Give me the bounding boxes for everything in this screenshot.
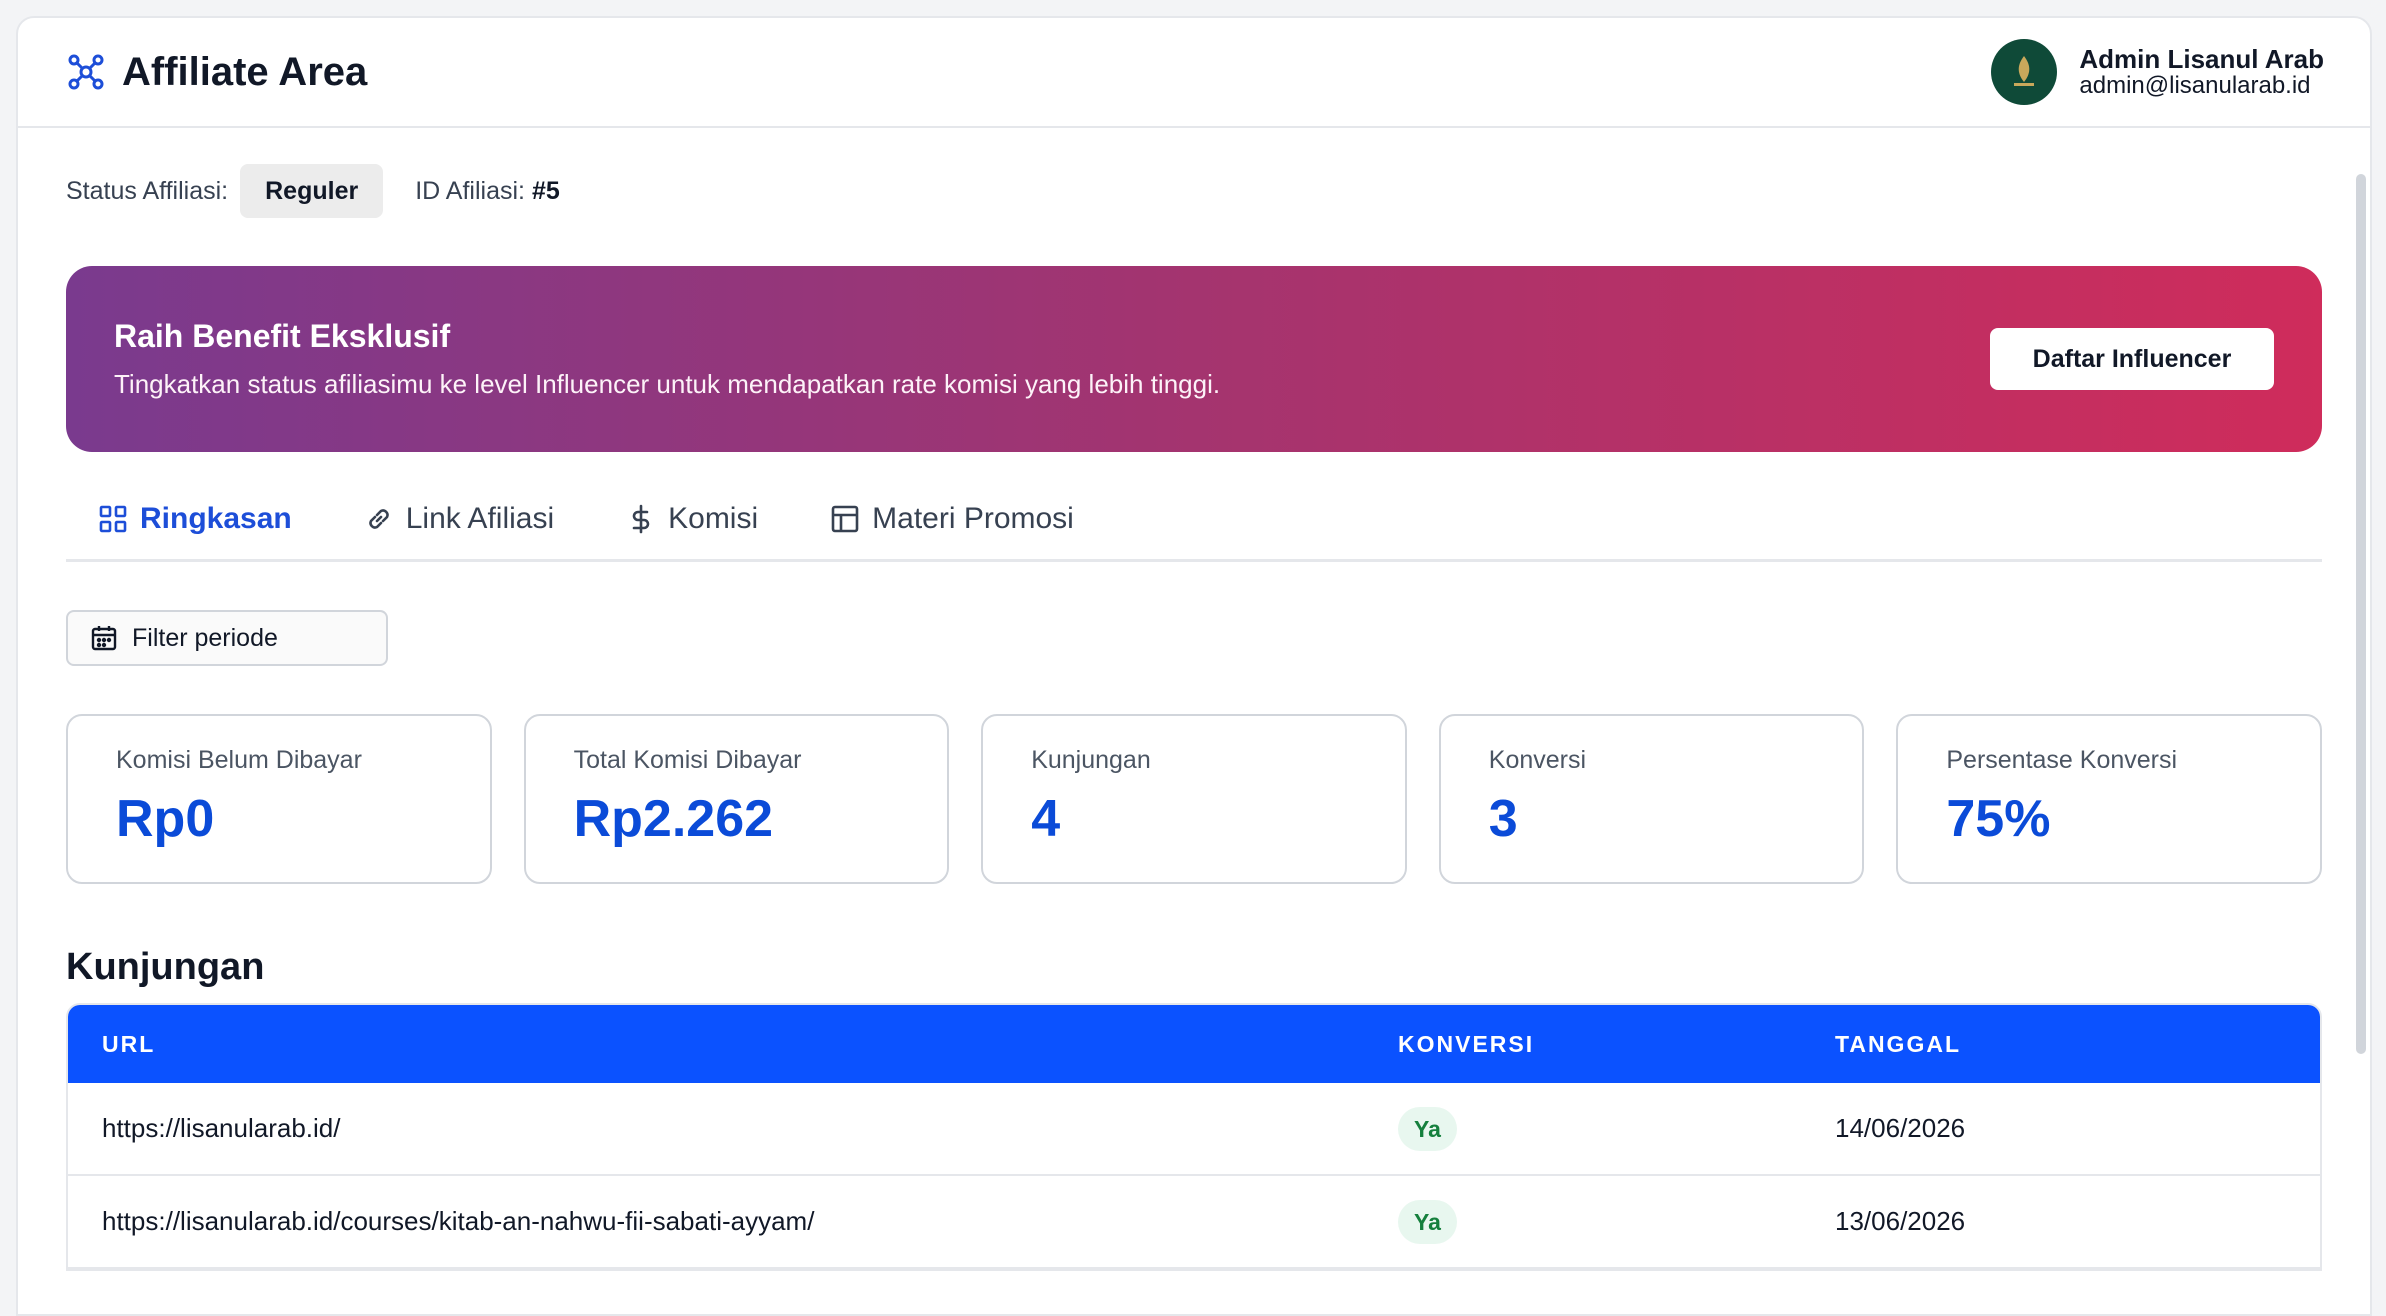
- upgrade-banner: Raih Benefit Eksklusif Tingkatkan status…: [66, 266, 2322, 452]
- tab-bar: Ringkasan Link Afiliasi Komisi Materi Pr…: [66, 502, 2322, 562]
- column-header-tanggal: TANGGAL: [1835, 1030, 1962, 1057]
- tab-komisi[interactable]: Komisi: [626, 502, 758, 536]
- table-header: URL KONVERSI TANGGAL: [68, 1005, 2320, 1083]
- app-window: Affiliate Area Admin Lisanul Arab admin@…: [16, 16, 2372, 1316]
- conversion-badge: Ya: [1398, 1106, 1457, 1151]
- stats-cards: Komisi Belum Dibayar Rp0 Total Komisi Di…: [66, 714, 2322, 884]
- user-menu[interactable]: Admin Lisanul Arab admin@lisanularab.id: [1991, 39, 2324, 105]
- stat-value: 3: [1488, 790, 1518, 848]
- stat-card-conversions: Konversi 3: [1438, 714, 1865, 884]
- conversion-badge: Ya: [1398, 1199, 1457, 1244]
- tab-materi-promosi[interactable]: Materi Promosi: [830, 502, 1074, 536]
- cell-url: https://lisanularab.id/courses/kitab-an-…: [102, 1206, 815, 1236]
- affiliate-id-label: ID Afiliasi:: [415, 176, 525, 205]
- stat-value: Rp0: [116, 790, 215, 848]
- stat-label: Total Komisi Dibayar: [573, 746, 802, 774]
- calendar-icon: [91, 626, 117, 651]
- cell-konversi: Ya: [1398, 1199, 1835, 1244]
- cell-konversi: Ya: [1398, 1106, 1835, 1151]
- user-email: admin@lisanularab.id: [2079, 72, 2311, 100]
- scrollbar[interactable]: [2356, 174, 2366, 1054]
- tab-link-afiliasi[interactable]: Link Afiliasi: [364, 502, 554, 536]
- cell-tanggal: 14/06/2026: [1835, 1113, 1966, 1143]
- tab-label: Link Afiliasi: [405, 502, 555, 535]
- brand: Affiliate Area: [66, 50, 367, 95]
- stat-value: 75%: [1946, 790, 2051, 848]
- cell-tanggal: 13/06/2026: [1835, 1206, 1966, 1236]
- banner-title: Raih Benefit Eksklusif: [114, 318, 451, 354]
- page-title: Affiliate Area: [122, 49, 368, 94]
- filter-period-button[interactable]: Filter periode: [66, 610, 388, 666]
- table-row: https://lisanularab.id/courses/kitab-an-…: [68, 1176, 2320, 1269]
- visits-table: URL KONVERSI TANGGAL https://lisanularab…: [66, 1003, 2322, 1271]
- stat-card-visits: Kunjungan 4: [981, 714, 1407, 884]
- stat-card-unpaid-commission: Komisi Belum Dibayar Rp0: [66, 714, 492, 884]
- network-icon: [68, 54, 104, 90]
- stat-card-conversion-rate: Persentase Konversi 75%: [1896, 714, 2322, 884]
- filter-label: Filter periode: [132, 623, 278, 652]
- link-icon: [369, 509, 389, 529]
- status-badge: Reguler: [240, 164, 384, 218]
- stat-label: Kunjungan: [1031, 746, 1151, 774]
- register-influencer-button[interactable]: Daftar Influencer: [1990, 328, 2274, 390]
- app-header: Affiliate Area Admin Lisanul Arab admin@…: [18, 18, 2370, 128]
- grid-icon: [99, 505, 127, 533]
- main-content: Status Affiliasi: Reguler ID Afiliasi: #…: [18, 164, 2370, 1271]
- dollar-icon: [632, 504, 650, 534]
- table-row: https://lisanularab.id/ Ya 14/06/2026: [68, 1083, 2320, 1176]
- stat-label: Konversi: [1488, 746, 1587, 774]
- user-info: Admin Lisanul Arab admin@lisanularab.id: [2079, 43, 2324, 100]
- affiliate-status: Status Affiliasi: Reguler ID Afiliasi: #…: [66, 164, 2322, 218]
- visits-section-title: Kunjungan: [66, 946, 265, 988]
- avatar[interactable]: [1991, 39, 2058, 105]
- tab-label: Ringkasan: [140, 502, 292, 535]
- user-name: Admin Lisanul Arab: [2079, 43, 2324, 74]
- banner-text: Raih Benefit Eksklusif Tingkatkan status…: [114, 318, 1220, 400]
- tab-label: Komisi: [668, 502, 759, 535]
- banner-description: Tingkatkan status afiliasimu ke level In…: [114, 369, 1221, 399]
- stat-value: 4: [1031, 790, 1061, 848]
- stat-label: Komisi Belum Dibayar: [116, 746, 362, 774]
- layout-icon: [831, 505, 859, 533]
- status-label: Status Affiliasi:: [66, 176, 229, 205]
- stat-value: Rp2.262: [573, 790, 774, 848]
- stat-card-paid-commission: Total Komisi Dibayar Rp2.262: [523, 714, 950, 884]
- tab-ringkasan[interactable]: Ringkasan: [98, 502, 292, 536]
- affiliate-id-value: #5: [531, 176, 560, 205]
- logo-icon: [2014, 56, 2035, 86]
- column-header-konversi: KONVERSI: [1398, 1030, 1535, 1057]
- tab-label: Materi Promosi: [872, 502, 1074, 535]
- cell-url: https://lisanularab.id/: [102, 1113, 341, 1143]
- affiliate-id: ID Afiliasi: #5: [415, 177, 560, 206]
- stat-label: Persentase Konversi: [1946, 746, 2178, 774]
- column-header-url: URL: [102, 1030, 156, 1057]
